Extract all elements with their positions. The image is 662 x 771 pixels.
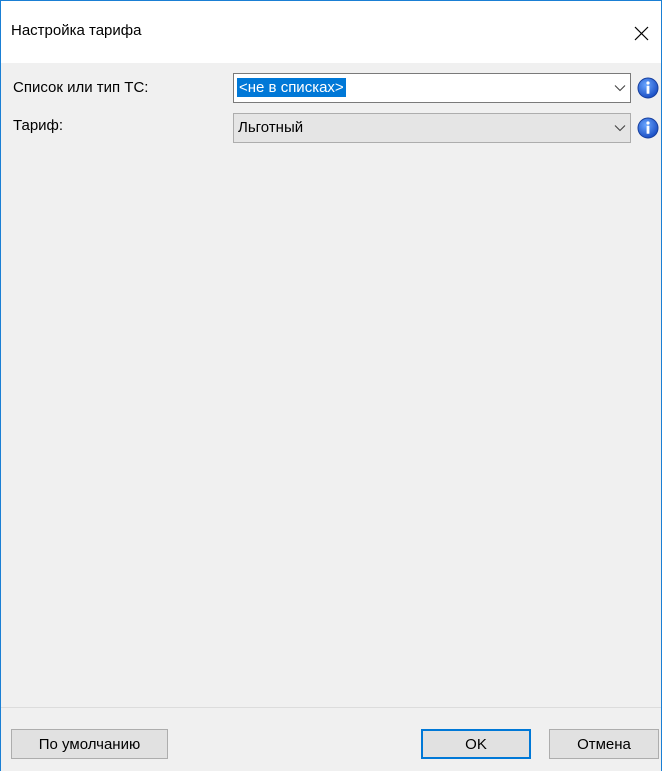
close-icon xyxy=(634,26,648,40)
dialog-content: Список или тип ТС: <не в списках> Тариф:… xyxy=(1,63,661,707)
chevron-down-icon[interactable] xyxy=(614,122,626,134)
dialog-title: Настройка тарифа xyxy=(11,22,142,39)
dialog-footer: По умолчанию OK Отмена xyxy=(1,707,661,771)
dialog-window: Настройка тарифа Список или тип ТС: <не … xyxy=(0,0,662,771)
close-button[interactable] xyxy=(621,15,661,51)
info-icon[interactable] xyxy=(637,77,659,99)
tariff-combobox[interactable]: Льготный xyxy=(233,113,631,143)
cancel-button[interactable]: Отмена xyxy=(549,729,659,759)
tariff-value[interactable]: Льготный xyxy=(238,119,303,136)
vehicle-list-value[interactable]: <не в списках> xyxy=(237,78,346,97)
tariff-label: Тариф: xyxy=(13,117,64,134)
info-icon[interactable] xyxy=(637,117,659,139)
ok-button[interactable]: OK xyxy=(421,729,531,759)
vehicle-list-label: Список или тип ТС: xyxy=(13,79,149,96)
default-button[interactable]: По умолчанию xyxy=(11,729,168,759)
title-bar: Настройка тарифа xyxy=(1,1,661,63)
chevron-down-icon[interactable] xyxy=(614,82,626,94)
vehicle-list-combobox[interactable]: <не в списках> xyxy=(233,73,631,103)
